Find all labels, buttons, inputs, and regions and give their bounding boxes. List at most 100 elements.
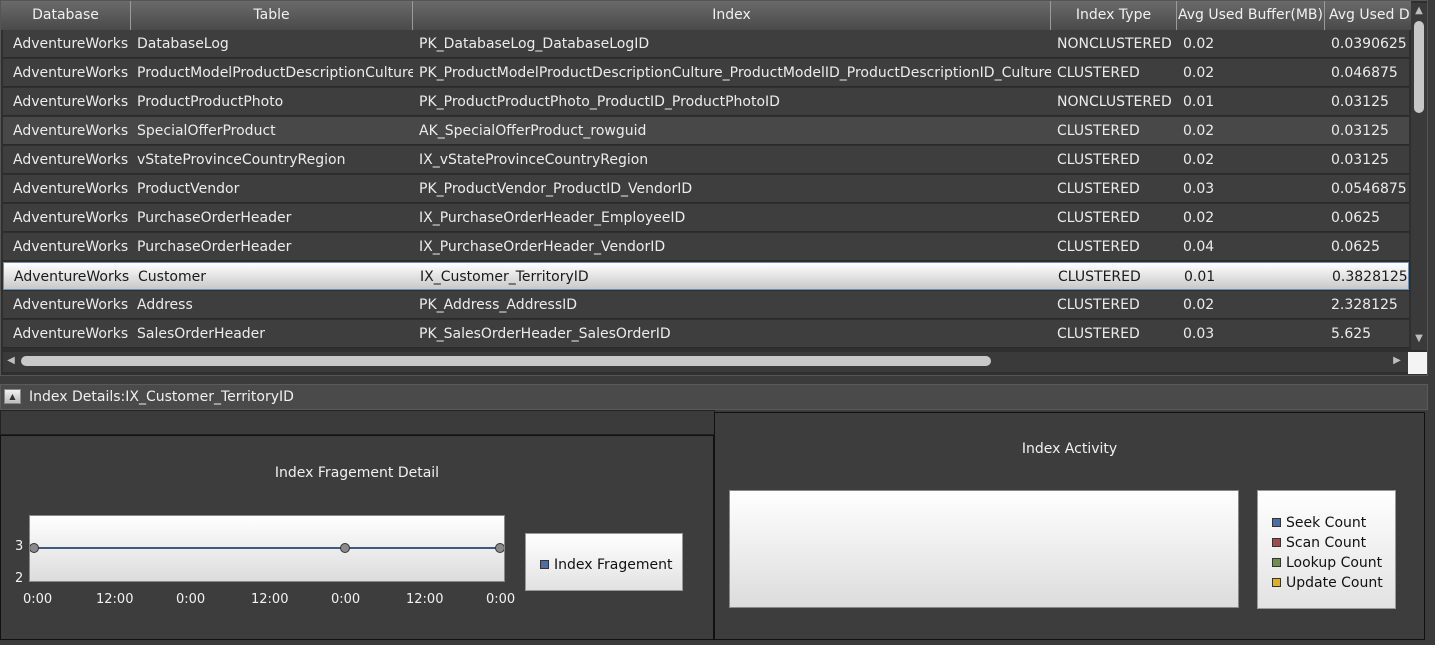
cell-avg-used-d: 0.03125 — [1331, 123, 1389, 139]
table-row[interactable]: AdventureWorks PurchaseOrderHeader IX_Purc… — [3, 204, 1409, 232]
cell-avg-used-d: 2.328125 — [1331, 297, 1398, 313]
cell-avg-used-d: 0.046875 — [1331, 65, 1398, 81]
x-tick-label: 0:00 — [176, 592, 206, 607]
cell-avg-used-buffer-mb: 0.02 — [1183, 123, 1215, 139]
cell-table: ProductVendor — [137, 181, 240, 197]
horizontal-scroll-thumb[interactable] — [21, 356, 991, 366]
column-header-avg-used-d[interactable]: Avg Used D — [1325, 1, 1411, 30]
cell-avg-used-buffer-mb: 0.02 — [1183, 36, 1215, 52]
cell-avg-used-d: 5.625 — [1331, 326, 1372, 342]
cell-avg-used-d: 0.03125 — [1331, 94, 1389, 110]
scroll-right-arrow-icon[interactable]: ▶ — [1389, 355, 1405, 366]
collapse-up-icon[interactable]: ▲ — [4, 389, 21, 404]
cell-index-type: CLUSTERED — [1057, 123, 1140, 139]
cell-index: PK_ProductVendor_ProductID_VendorID — [419, 181, 693, 197]
x-tick-label: 0:00 — [331, 592, 361, 607]
cell-table: PurchaseOrderHeader — [137, 210, 292, 226]
table-row[interactable]: AdventureWorks PurchaseOrderHeader IX_Purc… — [3, 233, 1409, 261]
column-header-index-type[interactable]: Index Type — [1051, 1, 1177, 30]
fragment-plot-area — [29, 515, 505, 582]
legend-swatch-icon — [1272, 518, 1281, 527]
legend-item-seek-count: Seek Count — [1272, 515, 1366, 531]
grid-body: AdventureWorks DatabaseLog PK_DatabaseLog_… — [3, 30, 1409, 350]
column-header-table[interactable]: Table — [131, 1, 413, 30]
cell-index: IX_vStateProvinceCountryRegion — [419, 152, 649, 168]
table-row[interactable]: AdventureWorks ProductProductPhoto PK_Prod… — [3, 88, 1409, 116]
cell-avg-used-buffer-mb: 0.01 — [1183, 94, 1215, 110]
cell-index: IX_PurchaseOrderHeader_EmployeeID — [419, 210, 686, 226]
table-row[interactable]: AdventureWorks ProductModelProductDescrip… — [3, 59, 1409, 87]
table-row[interactable]: AdventureWorks SpecialOfferProduct AK_Spec… — [3, 117, 1409, 145]
cell-index: PK_SalesOrderHeader_SalesOrderID — [419, 326, 671, 342]
x-tick-label: 12:00 — [406, 592, 444, 607]
cell-index: PK_Address_AddressID — [419, 297, 578, 313]
cell-index-type: CLUSTERED — [1058, 269, 1141, 285]
column-header-database[interactable]: Database — [1, 1, 131, 30]
y-tick-label: 2 — [15, 571, 24, 586]
cell-table: vStateProvinceCountryRegion — [137, 152, 346, 168]
index-details-bar: ▲ Index Details:IX_Customer_TerritoryID — [0, 384, 1428, 410]
data-point — [340, 543, 350, 553]
cell-table: ProductProductPhoto — [137, 94, 284, 110]
legend-item-update-count: Update Count — [1272, 575, 1383, 591]
table-row[interactable]: AdventureWorks vStateProvinceCountryRegio… — [3, 146, 1409, 174]
cell-database: AdventureWorks — [13, 239, 129, 255]
table-row[interactable]: AdventureWorks DatabaseLog PK_DatabaseLog_… — [3, 30, 1409, 58]
cell-index-type: CLUSTERED — [1057, 181, 1140, 197]
legend-label: Update Count — [1286, 575, 1383, 591]
horizontal-scrollbar[interactable]: ◀ ▶ — [3, 352, 1408, 372]
activity-chart-panel: Index Activity Seek Count Scan Count Looku… — [714, 412, 1425, 640]
legend-label: Seek Count — [1286, 515, 1367, 531]
data-point — [495, 543, 504, 553]
vertical-scrollbar[interactable]: ▲ ▼ — [1411, 3, 1427, 350]
cell-avg-used-buffer-mb: 0.04 — [1183, 239, 1215, 255]
legend-swatch-icon — [1272, 578, 1281, 587]
table-row[interactable]: AdventureWorks SalesOrderHeader PK_SalesOr… — [3, 320, 1409, 348]
x-tick-label: 0:00 — [23, 592, 53, 607]
cell-avg-used-d: 0.0625 — [1331, 239, 1380, 255]
cell-database: AdventureWorks — [13, 326, 129, 342]
x-tick-label: 0:00 — [486, 592, 516, 607]
cell-avg-used-d: 0.03125 — [1331, 152, 1389, 168]
column-header-avg-used-buffer-mb[interactable]: Avg Used Buffer(MB) — [1177, 1, 1325, 30]
vertical-scroll-thumb[interactable] — [1414, 21, 1424, 113]
details-separator — [0, 410, 715, 435]
cell-avg-used-d: 0.0390625 — [1331, 36, 1407, 52]
scroll-down-arrow-icon[interactable]: ▼ — [1411, 333, 1427, 344]
cell-database: AdventureWorks — [13, 94, 129, 110]
activity-legend: Seek Count Scan Count Lookup Count Update C… — [1257, 490, 1396, 609]
table-row[interactable]: AdventureWorks Address PK_Address_AddressI… — [3, 291, 1409, 319]
cell-avg-used-buffer-mb: 0.03 — [1183, 326, 1215, 342]
cell-avg-used-buffer-mb: 0.02 — [1183, 297, 1215, 313]
cell-index-type: NONCLUSTERED — [1057, 94, 1172, 110]
cell-avg-used-buffer-mb: 0.01 — [1184, 269, 1216, 285]
cell-index-type: CLUSTERED — [1057, 326, 1140, 342]
cell-database: AdventureWorks — [13, 65, 129, 81]
scroll-up-arrow-icon[interactable]: ▲ — [1411, 5, 1427, 16]
legend-swatch-icon — [540, 560, 549, 569]
cell-index: AK_SpecialOfferProduct_rowguid — [419, 123, 647, 139]
cell-avg-used-buffer-mb: 0.02 — [1183, 65, 1215, 81]
cell-table: PurchaseOrderHeader — [137, 239, 292, 255]
legend-item-lookup-count: Lookup Count — [1272, 555, 1382, 571]
cell-table: Address — [137, 297, 193, 313]
x-tick-label: 12:00 — [251, 592, 289, 607]
cell-database: AdventureWorks — [13, 210, 129, 226]
cell-index-type: NONCLUSTERED — [1057, 36, 1172, 52]
cell-database: AdventureWorks — [13, 152, 129, 168]
cell-table: DatabaseLog — [137, 36, 229, 52]
cell-avg-used-d: 0.3828125 — [1332, 269, 1408, 285]
activity-chart-title: Index Activity — [1021, 441, 1118, 457]
table-row[interactable]: AdventureWorks Customer IX_Customer_Territ… — [3, 262, 1409, 290]
cell-table: ProductModelProductDescriptionCulture — [137, 65, 413, 81]
cell-index-type: CLUSTERED — [1057, 152, 1140, 168]
cell-avg-used-buffer-mb: 0.02 — [1183, 152, 1215, 168]
cell-index-type: CLUSTERED — [1057, 239, 1140, 255]
scroll-left-arrow-icon[interactable]: ◀ — [3, 355, 19, 366]
column-header-index[interactable]: Index — [413, 1, 1051, 30]
table-row[interactable]: AdventureWorks ProductVendor PK_ProductVen… — [3, 175, 1409, 203]
fragment-chart-svg — [30, 543, 504, 553]
fragment-chart-title: Index Fragement Detail — [274, 465, 440, 481]
activity-plot-area — [729, 490, 1239, 608]
app-window: Database Table Index Index Type Avg Used Buf… — [0, 0, 1435, 645]
